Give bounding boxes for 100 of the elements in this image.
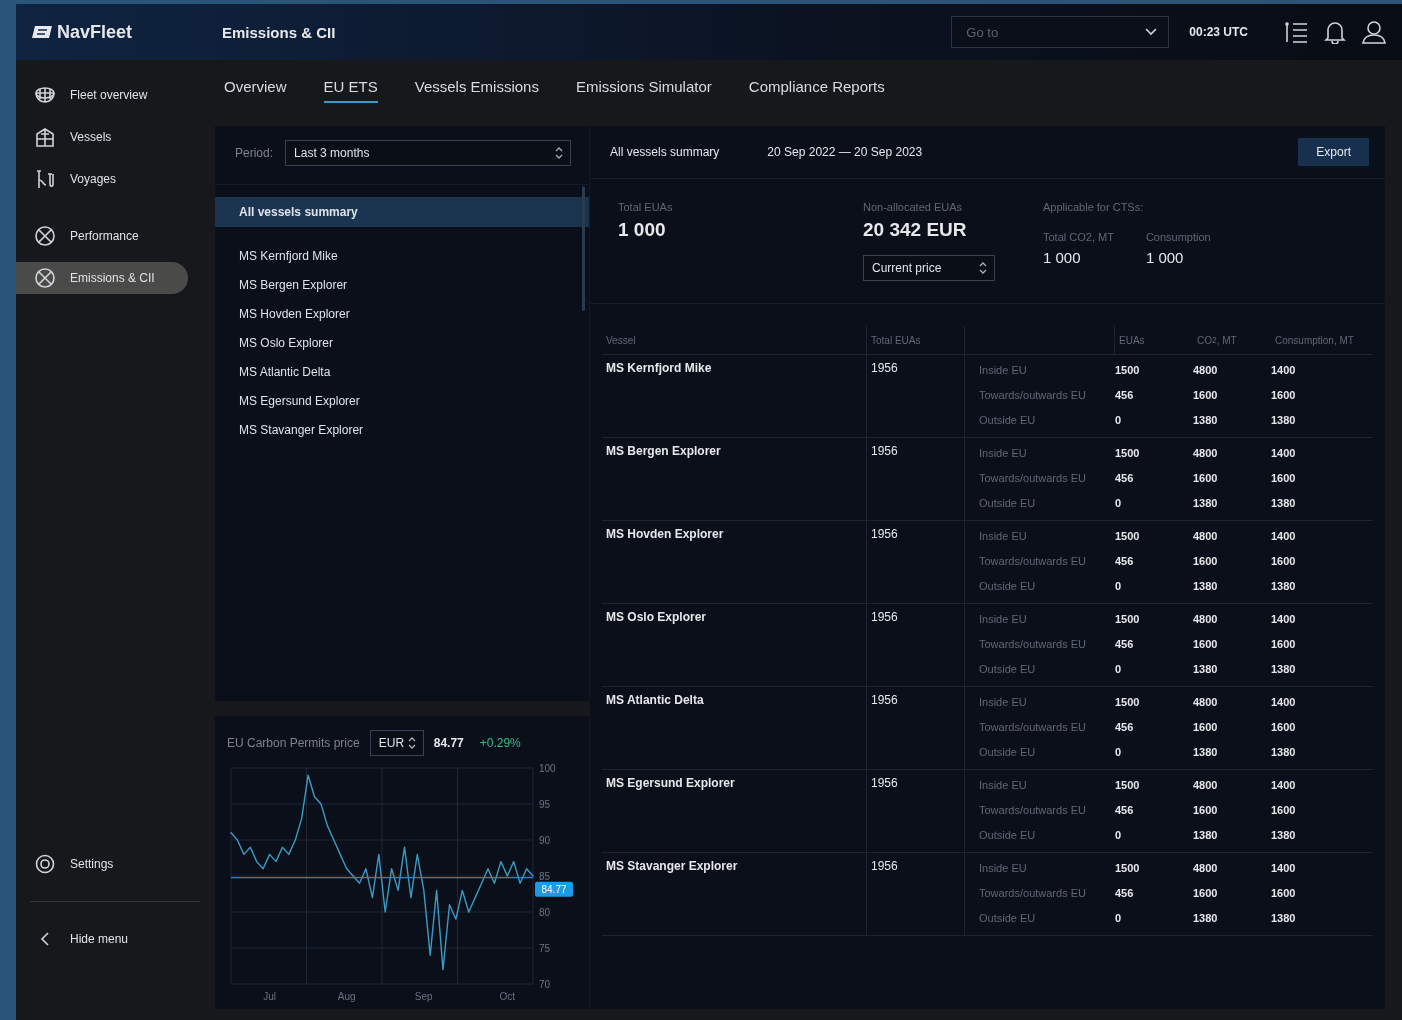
stat-label: Total CO2, MT <box>1043 231 1114 243</box>
vessel-list-item[interactable]: MS Egersund Explorer <box>215 386 589 415</box>
bell-icon[interactable] <box>1324 20 1346 44</box>
table-cell-text: 1380 <box>1193 578 1219 594</box>
table-cell-text: 0 <box>1115 495 1123 511</box>
vessel-list-item[interactable]: MS Kernfjord Mike <box>215 241 589 270</box>
globe-icon <box>34 84 56 106</box>
table-cell-text: 1380 <box>1193 827 1219 843</box>
zone-label: Towards/outwards EU <box>978 885 1087 901</box>
vessel-list-item[interactable]: MS Atlantic Delta <box>215 357 589 386</box>
table-cell-text: 0 <box>1115 578 1123 594</box>
table-cell-text: 1400 <box>1271 860 1297 876</box>
vessel-name: MS Oslo Explorer <box>605 609 708 624</box>
sidebar-item[interactable]: Settings <box>16 848 188 880</box>
stat-value: 1 000 <box>1145 249 1185 266</box>
table-cell-text: 1400 <box>1271 777 1297 793</box>
table-cell-text: 1600 <box>1271 470 1297 486</box>
axis-label: Aug <box>337 991 356 1002</box>
sidebar-item[interactable]: Voyages <box>16 163 188 195</box>
table-cell-text: 1380 <box>1193 412 1219 428</box>
axis-label: 80 <box>539 907 551 918</box>
sidebar-item[interactable]: Performance <box>16 220 188 252</box>
table-cell-text: 1400 <box>1271 694 1297 710</box>
zone-label: Inside EU <box>978 362 1028 378</box>
table-cell-text: 1600 <box>1271 387 1297 403</box>
table-cell-text: 456 <box>1115 470 1135 486</box>
sidebar-item[interactable]: Hide menu <box>16 923 188 955</box>
zone-label: Towards/outwards EU <box>978 387 1087 403</box>
table-cell-text: 1956 <box>870 692 899 707</box>
zone-label: Inside EU <box>978 694 1028 710</box>
vessel-name: MS Egersund Explorer <box>605 775 736 790</box>
list-icon[interactable] <box>1284 21 1308 43</box>
zone-label: Inside EU <box>978 445 1028 461</box>
price-value: 84.77 <box>433 736 464 750</box>
table-cell-text: 1600 <box>1193 885 1219 901</box>
axis-label: 100 <box>539 763 556 774</box>
table-cell-text: 1600 <box>1193 470 1219 486</box>
table-cell-text: 1400 <box>1271 445 1297 461</box>
table-cell-text: 456 <box>1115 802 1135 818</box>
tab[interactable]: Compliance Reports <box>748 71 885 103</box>
vessel-list-item[interactable]: MS Stavanger Explorer <box>215 415 589 444</box>
table-cell-text: 4800 <box>1193 860 1219 876</box>
logo-icon <box>32 25 52 39</box>
table-cell-text: 0 <box>1115 910 1123 926</box>
table-cell-text: 1600 <box>1271 719 1297 735</box>
sidebar-item[interactable]: Fleet overview <box>16 79 188 111</box>
tab[interactable]: Vessels Emissions <box>414 71 539 103</box>
period-select[interactable]: Last 3 months <box>285 140 571 166</box>
table-cell-text: 1956 <box>870 526 899 541</box>
table-cell-text: 1600 <box>1271 636 1297 652</box>
zone-label: Outside EU <box>978 578 1037 594</box>
tab[interactable]: Emissions Simulator <box>575 71 712 103</box>
axis-label: Oct <box>499 991 516 1002</box>
date-range: 20 Sep 2022 — 20 Sep 2023 <box>767 145 924 159</box>
stat-value: 1 000 <box>1043 249 1082 266</box>
table-cell-text: 1500 <box>1115 860 1141 876</box>
sidebar-item[interactable]: Emissions & CII <box>16 262 188 294</box>
table-cell-text: 1600 <box>1193 553 1219 569</box>
chevron-down-icon <box>1145 28 1158 36</box>
vessel-list-item[interactable]: MS Bergen Explorer <box>215 270 589 299</box>
zone-label: Towards/outwards EU <box>978 719 1087 735</box>
vessel-list-item[interactable]: MS Oslo Explorer <box>215 328 589 357</box>
table-cell-text: 1380 <box>1193 495 1219 511</box>
table-cell-text: 1600 <box>1193 802 1219 818</box>
table-cell-text: 1500 <box>1115 611 1141 627</box>
export-button[interactable]: Export <box>1298 138 1369 166</box>
panel-title: All vessels summary <box>610 145 720 159</box>
table-cell-text: 0 <box>1115 412 1123 428</box>
zone-label: Outside EU <box>978 412 1037 428</box>
currency-select[interactable]: EUR <box>369 730 424 756</box>
goto-field[interactable]: Go to <box>951 16 1170 48</box>
table-cell-text: 4800 <box>1193 528 1219 544</box>
tab[interactable]: EU ETS <box>323 71 378 103</box>
table-cell-text: 1956 <box>870 443 899 458</box>
table-cell-text: 1500 <box>1115 777 1141 793</box>
axis-label: 95 <box>539 799 551 810</box>
user-icon[interactable] <box>1362 20 1386 44</box>
vessel-list-item[interactable]: MS Hovden Explorer <box>215 299 589 328</box>
table-cell-text: 1380 <box>1271 412 1297 428</box>
table-cell-text: 1380 <box>1271 495 1297 511</box>
zone-label: Outside EU <box>978 661 1037 677</box>
summary-list-item[interactable]: All vessels summary <box>215 197 589 227</box>
table-cell-text: 1500 <box>1115 528 1141 544</box>
sort-arrows-icon <box>406 736 417 750</box>
table-cell-text: 1600 <box>1193 719 1219 735</box>
app-logo: NavFleet <box>57 21 133 43</box>
sidebar-item[interactable]: Vessels <box>16 121 188 153</box>
zone-label: Inside EU <box>978 528 1028 544</box>
table-cell-text: 1400 <box>1271 611 1297 627</box>
tab[interactable]: Overview <box>224 71 287 103</box>
table-cell-text: 4800 <box>1193 777 1219 793</box>
price-select[interactable]: Current price <box>863 255 995 281</box>
stat-label: Non-allocated EUAs <box>863 201 964 213</box>
scrollbar[interactable] <box>582 186 585 311</box>
table-cell-text: 1380 <box>1271 910 1297 926</box>
table-cell-text: 1380 <box>1271 827 1297 843</box>
table-cell-text: 456 <box>1115 719 1135 735</box>
axis-label: Sep <box>414 991 433 1002</box>
table-cell-text: 0 <box>1115 661 1123 677</box>
zone-label: Towards/outwards EU <box>978 636 1087 652</box>
